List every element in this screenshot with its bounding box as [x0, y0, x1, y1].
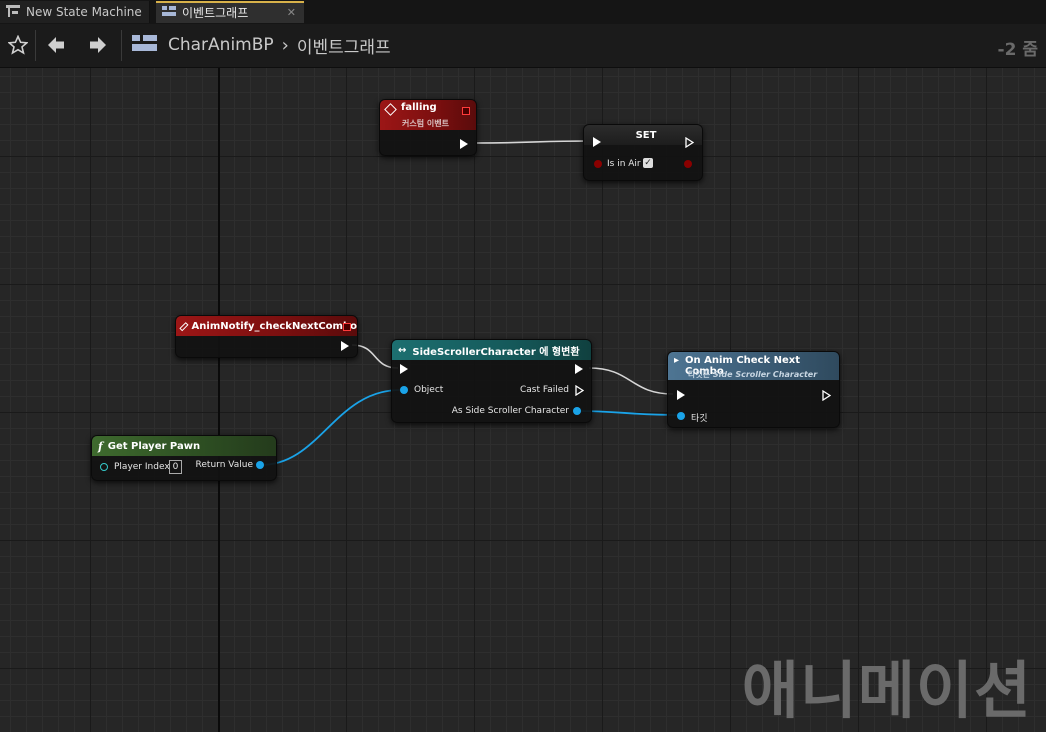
exec-output-pin[interactable]: [822, 390, 831, 401]
target-input-pin[interactable]: [677, 412, 685, 420]
graph-icon: [132, 34, 158, 57]
player-index-input[interactable]: 0: [169, 460, 182, 474]
node-title: Get Player Pawn: [107, 440, 201, 452]
set-variable-node[interactable]: SET Is in Air ✓: [583, 124, 703, 181]
back-arrow-icon[interactable]: [42, 31, 70, 59]
favorite-star-icon[interactable]: [4, 31, 32, 59]
exec-output-pin[interactable]: [341, 341, 349, 351]
checkbox-checked[interactable]: ✓: [643, 158, 653, 168]
cast-node[interactable]: ↔ SideScrollerCharacter 에 형변환 Object Cas…: [391, 339, 592, 423]
pin-label: Cast Failed: [520, 385, 569, 395]
chevron-right-icon: ›: [281, 34, 289, 56]
cast-arrow-icon: ↔: [398, 344, 407, 356]
exec-input-pin[interactable]: [677, 390, 685, 400]
pin-label: Return Value: [195, 460, 253, 470]
forward-arrow-icon[interactable]: [84, 31, 112, 59]
pin-label: Player Index: [114, 462, 170, 472]
tab-label: 이벤트그래프: [182, 5, 249, 20]
graph-origin-axis: [218, 68, 220, 732]
tab-event-graph[interactable]: 이벤트그래프 ✕: [156, 1, 304, 23]
breadcrumb-blueprint[interactable]: CharAnimBP: [168, 35, 274, 55]
tab-new-state-machine[interactable]: New State Machine: [0, 1, 150, 23]
function-icon: f: [98, 439, 103, 453]
exec-output-pin[interactable]: [575, 364, 583, 374]
pin-label: Is in Air: [607, 159, 641, 169]
tab-bar: New State Machine 이벤트그래프 ✕: [0, 0, 1046, 24]
node-title: falling: [401, 102, 437, 113]
breadcrumb-graph[interactable]: 이벤트그래프: [297, 33, 391, 58]
tab-label: New State Machine: [26, 5, 142, 19]
exec-input-pin[interactable]: [593, 137, 601, 147]
anim-notify-event-node[interactable]: AnimNotify_checkNextCombo: [175, 315, 358, 358]
node-subtitle: 타깃은 Side Scroller Character: [688, 370, 818, 379]
bool-input-pin[interactable]: [594, 160, 602, 168]
object-output-pin[interactable]: [573, 407, 581, 415]
exec-input-pin[interactable]: [400, 364, 408, 374]
exec-output-pin[interactable]: [685, 137, 694, 148]
int-input-pin[interactable]: [100, 463, 108, 471]
object-output-pin[interactable]: [256, 461, 264, 469]
event-diamond-icon: [179, 321, 189, 331]
custom-event-node-falling[interactable]: falling 커스텀 이벤트: [379, 99, 477, 156]
graph-icon: [162, 5, 176, 20]
pin-label: As Side Scroller Character: [451, 406, 569, 416]
delegate-pin-icon[interactable]: [462, 107, 470, 115]
get-player-pawn-node[interactable]: f Get Player Pawn Player Index 0 Return …: [91, 435, 277, 481]
close-icon[interactable]: ✕: [287, 6, 296, 19]
object-input-pin[interactable]: [400, 386, 408, 394]
pin-label: Object: [414, 385, 444, 395]
state-machine-icon: [6, 4, 20, 20]
pin-label: 타깃: [691, 414, 708, 424]
graph-toolbar: CharAnimBP › 이벤트그래프 -2 줌: [0, 24, 1046, 68]
event-diamond-icon: [384, 103, 397, 116]
graph-type-watermark: 애니메이션: [741, 654, 1032, 727]
exec-output-pin[interactable]: [460, 139, 468, 149]
breadcrumb: CharAnimBP › 이벤트그래프: [132, 32, 391, 58]
zoom-level: -2 줌: [997, 40, 1038, 60]
function-icon: ▸: [674, 355, 680, 366]
bool-output-pin[interactable]: [684, 160, 692, 168]
delegate-pin-icon[interactable]: [343, 323, 351, 331]
node-title: AnimNotify_checkNextCombo: [191, 320, 357, 332]
node-title: SideScrollerCharacter 에 형변환: [412, 346, 580, 358]
function-call-node[interactable]: ▸ On Anim Check Next Combo 타깃은 Side Scro…: [667, 351, 840, 428]
exec-output-pin[interactable]: [575, 385, 584, 396]
node-subtitle: 커스텀 이벤트: [402, 119, 449, 128]
